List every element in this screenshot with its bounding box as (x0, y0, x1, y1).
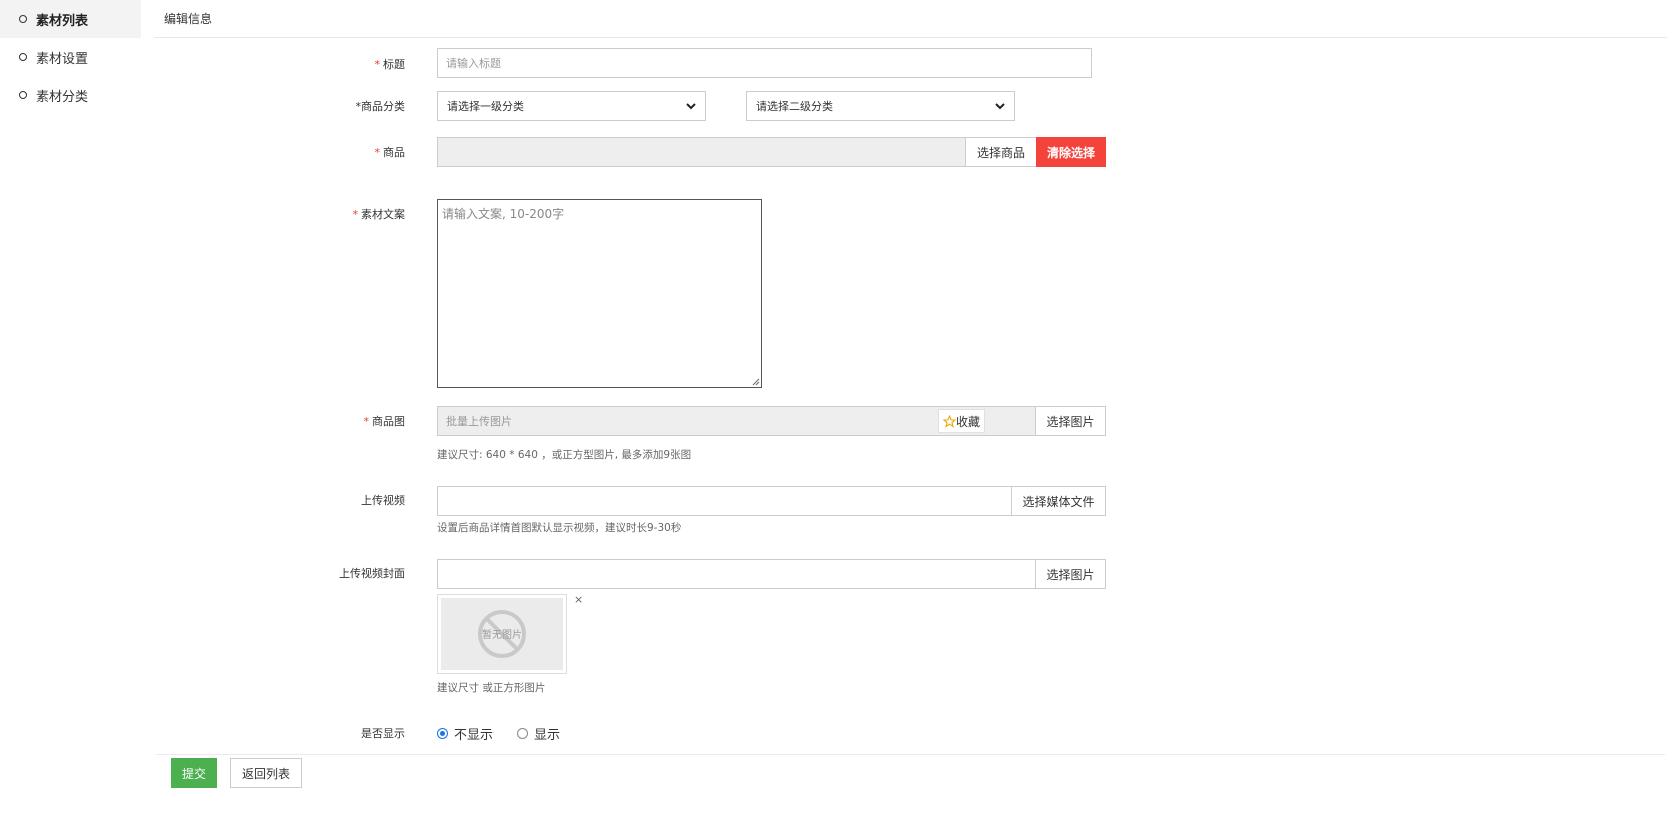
submit-label: 提交 (181, 766, 206, 781)
sidebar-item-material-list[interactable]: 素材列表 (0, 0, 141, 38)
required-mark: * (374, 58, 381, 71)
sidebar-item-label: 素材列表 (36, 13, 89, 29)
back-label: 返回列表 (241, 766, 290, 781)
select-product-label: 选择商品 (976, 145, 1025, 160)
product-image-placeholder: 批量上传图片 (446, 415, 512, 428)
sidebar-item-material-category[interactable]: 素材分类 (0, 76, 141, 114)
circle-icon (19, 15, 27, 23)
back-to-list-button[interactable]: 返回列表 (230, 758, 302, 788)
select-cover-image-button[interactable]: 选择图片 (1035, 559, 1106, 589)
product-image-label-text: 商品图 (372, 415, 405, 428)
select-media-button[interactable]: 选择媒体文件 (1011, 486, 1106, 516)
radio-hide-label: 不显示 (454, 728, 494, 743)
video-help: 设置后商品详情首图默认显示视频，建议时长9-30秒 (437, 522, 682, 534)
resize-handle-icon[interactable] (752, 378, 760, 386)
no-image-icon: 暂无图片 (478, 610, 526, 658)
sidebar-item-label: 素材分类 (36, 89, 89, 105)
clear-selection-label: 清除选择 (1046, 145, 1095, 160)
radio-show[interactable]: 显示 (517, 724, 560, 743)
video-label-text: 上传视频 (361, 494, 405, 507)
title-placeholder: 请输入标题 (446, 57, 501, 70)
no-image-placeholder: 暂无图片 (441, 598, 563, 670)
category-level2-value: 请选择二级分类 (756, 100, 833, 113)
category-level1-value: 请选择一级分类 (447, 100, 524, 113)
select-product-button[interactable]: 选择商品 (965, 137, 1037, 167)
copy-placeholder: 请输入文案, 10-200字 (442, 207, 565, 221)
chevron-down-icon (995, 103, 1005, 110)
sidebar: 素材列表 素材设置 素材分类 (0, 0, 142, 824)
video-input[interactable] (437, 486, 1012, 516)
video-cover-input[interactable] (437, 559, 1036, 589)
circle-icon (19, 91, 27, 99)
display-label: 是否显示 (141, 725, 405, 741)
product-image-help: 建议尺寸: 640 * 640 ，或正方型图片, 最多添加9张图 (437, 449, 692, 461)
favorite-label: 收藏 (956, 414, 981, 429)
category-label-text: *商品分类 (355, 100, 406, 113)
sidebar-item-label: 素材设置 (36, 51, 89, 67)
video-cover-help: 建议尺寸 或正方形图片 (437, 682, 546, 694)
video-cover-label: 上传视频封面 (141, 565, 405, 581)
chevron-down-icon (686, 103, 696, 110)
cover-thumbnail: 暂无图片 (437, 594, 567, 674)
select-image-label: 选择图片 (1046, 414, 1095, 429)
clear-selection-button[interactable]: 清除选择 (1036, 137, 1106, 167)
copy-label: * 素材文案 (141, 206, 406, 222)
product-display-field (437, 137, 966, 167)
remove-image-icon[interactable]: × (574, 593, 583, 606)
video-cover-label-text: 上传视频封面 (339, 567, 405, 580)
category-level1-select[interactable]: 请选择一级分类 (437, 91, 706, 121)
video-label: 上传视频 (141, 492, 405, 508)
select-media-label: 选择媒体文件 (1022, 494, 1095, 509)
sidebar-item-material-settings[interactable]: 素材设置 (0, 38, 141, 76)
category-label: *商品分类 (141, 98, 406, 114)
radio-show-label: 显示 (534, 728, 561, 743)
category-level2-select[interactable]: 请选择二级分类 (746, 91, 1015, 121)
required-mark: * (374, 146, 381, 159)
radio-checked-icon (437, 728, 448, 739)
product-label-text: 商品 (383, 146, 405, 159)
main-panel: 编辑信息 * 标题 请输入标题 *商品分类 请选择一级分类 请选择二级分类 * 商品… (141, 0, 1678, 824)
copy-textarea[interactable]: 请输入文案, 10-200字 (437, 199, 762, 388)
product-label: * 商品 (141, 144, 406, 160)
favorite-button[interactable]: 收藏 (938, 409, 986, 433)
display-label-text: 是否显示 (361, 727, 405, 740)
star-icon (943, 414, 956, 428)
product-image-label: * 商品图 (141, 413, 406, 429)
select-cover-label: 选择图片 (1046, 567, 1095, 582)
required-mark: * (363, 415, 370, 428)
no-image-text: 暂无图片 (482, 628, 522, 641)
page-title: 编辑信息 (164, 12, 213, 26)
circle-icon (19, 53, 27, 61)
copy-label-text: 素材文案 (361, 208, 405, 221)
submit-button[interactable]: 提交 (171, 758, 217, 788)
title-label: * 标题 (141, 56, 406, 72)
radio-unchecked-icon (517, 728, 528, 739)
select-product-image-button[interactable]: 选择图片 (1035, 406, 1106, 436)
title-label-text: 标题 (383, 58, 405, 71)
required-mark: * (352, 208, 359, 221)
radio-hide[interactable]: 不显示 (437, 724, 493, 743)
title-input[interactable]: 请输入标题 (437, 48, 1092, 78)
panel-header: 编辑信息 (154, 0, 1667, 38)
divider (156, 754, 1665, 755)
